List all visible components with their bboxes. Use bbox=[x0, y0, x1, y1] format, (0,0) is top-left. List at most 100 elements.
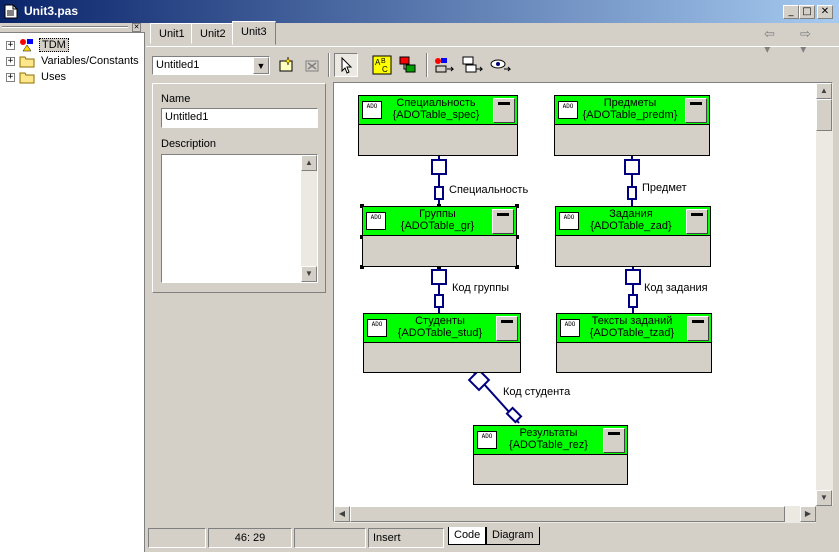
table-block[interactable]: ADO Тексты заданий {ADOTable_tzad} bbox=[556, 313, 712, 373]
table-block[interactable]: ADO Результаты {ADOTable_rez} bbox=[473, 425, 628, 485]
lookup-connector-button[interactable] bbox=[488, 53, 512, 77]
close-button[interactable]: ✕ bbox=[817, 5, 833, 19]
scroll-thumb[interactable] bbox=[816, 99, 832, 131]
table-component: {ADOTable_predm} bbox=[582, 109, 678, 121]
cursor-position: 46: 29 bbox=[208, 528, 292, 548]
collapse-icon[interactable] bbox=[686, 209, 708, 234]
table-name: Результаты bbox=[519, 427, 578, 439]
scroll-down-icon[interactable]: ▼ bbox=[816, 490, 832, 506]
table-caption: Группы {ADOTable_gr} bbox=[385, 208, 490, 232]
delete-diagram-button[interactable] bbox=[300, 53, 324, 77]
property-connector-button[interactable] bbox=[432, 53, 456, 77]
scroll-up-icon[interactable]: ▲ bbox=[301, 155, 317, 171]
table-component: {ADOTable_stud} bbox=[397, 327, 483, 339]
horizontal-scrollbar[interactable]: ◀ ▶ bbox=[334, 506, 816, 523]
table-header: ADO Специальность {ADOTable_spec} bbox=[359, 96, 517, 125]
table-block[interactable]: ADO Предметы {ADOTable_predm} bbox=[554, 95, 710, 156]
table-component: {ADOTable_spec} bbox=[392, 109, 480, 121]
description-scrollbar[interactable]: ▲ ▼ bbox=[301, 155, 317, 282]
chevron-down-icon[interactable]: ▼ bbox=[253, 57, 269, 74]
table-header: ADO Результаты {ADOTable_rez} bbox=[474, 426, 627, 455]
connector-box bbox=[431, 159, 447, 175]
collapse-icon[interactable] bbox=[496, 316, 518, 341]
explorer-grip: ✕ bbox=[0, 23, 145, 33]
table-header: ADO Предметы {ADOTable_predm} bbox=[555, 96, 709, 125]
scroll-thumb[interactable] bbox=[350, 506, 785, 522]
collapse-icon[interactable] bbox=[603, 428, 625, 453]
ado-table-icon: ADO bbox=[362, 101, 382, 119]
table-block[interactable]: ADO Студенты {ADOTable_stud} bbox=[363, 313, 521, 373]
master-detail-button[interactable] bbox=[460, 53, 484, 77]
connector-box bbox=[431, 269, 447, 285]
expand-icon[interactable]: + bbox=[6, 72, 15, 82]
datamodule-icon bbox=[20, 39, 33, 52]
diagram-toolbar: Untitled1 ▼ ABC bbox=[146, 46, 839, 82]
table-caption: Предметы {ADOTable_predm} bbox=[577, 97, 683, 121]
table-header: ADO Группы {ADOTable_gr} bbox=[363, 207, 516, 236]
tree-item-variables[interactable]: + Variables/Constants bbox=[6, 53, 141, 69]
comment-tool-button[interactable]: ABC bbox=[370, 53, 394, 77]
expand-icon[interactable]: + bbox=[6, 40, 15, 50]
table-name: Специальность bbox=[396, 97, 476, 109]
relation-label: Код студента bbox=[503, 386, 571, 398]
description-field[interactable]: ▲ ▼ bbox=[161, 154, 318, 283]
connector-box bbox=[627, 186, 637, 200]
connector-box bbox=[625, 269, 641, 285]
toolbar-separator bbox=[426, 53, 428, 77]
folder-icon bbox=[19, 56, 35, 67]
connector-box bbox=[434, 186, 444, 200]
insert-mode: Insert bbox=[368, 528, 444, 548]
explorer-close-icon[interactable]: ✕ bbox=[132, 23, 141, 32]
tab-unit1[interactable]: Unit1 bbox=[150, 23, 194, 44]
tree-item-tdm[interactable]: + TDM bbox=[6, 37, 69, 53]
tab-unit2[interactable]: Unit2 bbox=[191, 23, 235, 44]
table-component: {ADOTable_zad} bbox=[590, 220, 672, 232]
link-tool-button[interactable] bbox=[396, 53, 420, 77]
scroll-corner bbox=[816, 506, 833, 523]
table-block[interactable]: ADO Специальность {ADOTable_spec} bbox=[358, 95, 518, 156]
pointer-tool-button[interactable] bbox=[334, 53, 358, 77]
expand-icon[interactable]: + bbox=[6, 56, 15, 66]
new-diagram-button[interactable] bbox=[274, 53, 298, 77]
table-header: ADO Задания {ADOTable_zad} bbox=[556, 207, 710, 236]
title-bar: Unit3.pas _ □ ✕ bbox=[0, 0, 839, 23]
collapse-icon[interactable] bbox=[685, 98, 707, 123]
scroll-right-icon[interactable]: ▶ bbox=[800, 506, 816, 522]
collapse-icon[interactable] bbox=[492, 209, 514, 234]
ado-table-icon: ADO bbox=[367, 319, 387, 337]
scroll-left-icon[interactable]: ◀ bbox=[334, 506, 350, 522]
connector-box bbox=[505, 406, 523, 424]
tab-unit3[interactable]: Unit3 bbox=[232, 21, 276, 45]
collapse-icon[interactable] bbox=[493, 98, 515, 123]
status-bar: 46: 29 Insert Code Diagram bbox=[146, 526, 839, 552]
maximize-button[interactable]: □ bbox=[799, 5, 815, 19]
relation-label: Специальность bbox=[449, 184, 529, 196]
tree-item-uses[interactable]: + Uses bbox=[6, 69, 68, 85]
collapse-icon[interactable] bbox=[687, 316, 709, 341]
scroll-down-icon[interactable]: ▼ bbox=[301, 266, 317, 282]
scroll-up-icon[interactable]: ▲ bbox=[816, 83, 832, 99]
window-title: Unit3.pas bbox=[24, 4, 79, 18]
connector-box bbox=[628, 294, 638, 308]
description-label: Description bbox=[161, 138, 217, 150]
ado-table-icon: ADO bbox=[558, 101, 578, 119]
table-component: {ADOTable_rez} bbox=[509, 439, 588, 451]
tab-diagram[interactable]: Diagram bbox=[486, 527, 540, 545]
svg-text:C: C bbox=[382, 65, 388, 74]
name-field[interactable]: Untitled1 bbox=[161, 108, 318, 128]
vertical-scrollbar[interactable]: ▲ ▼ bbox=[816, 83, 833, 506]
table-caption: Студенты {ADOTable_stud} bbox=[386, 315, 494, 339]
minimize-button[interactable]: _ bbox=[783, 5, 799, 19]
table-name: Тексты заданий bbox=[591, 315, 673, 327]
table-block[interactable]: ADO Задания {ADOTable_zad} bbox=[555, 206, 711, 267]
table-component: {ADOTable_gr} bbox=[400, 220, 475, 232]
tree-label: Variables/Constants bbox=[41, 55, 139, 67]
master-detail-icon bbox=[462, 56, 483, 73]
link-icon bbox=[399, 56, 416, 73]
tab-code[interactable]: Code bbox=[448, 527, 487, 545]
pointer-icon bbox=[341, 56, 353, 74]
diagram-select[interactable]: Untitled1 ▼ bbox=[152, 56, 270, 75]
diagram-canvas[interactable]: Специальность Предмет Код группы Код зад… bbox=[333, 82, 833, 523]
delete-diagram-icon bbox=[305, 60, 319, 72]
table-block[interactable]: ADO Группы {ADOTable_gr} bbox=[362, 206, 517, 267]
